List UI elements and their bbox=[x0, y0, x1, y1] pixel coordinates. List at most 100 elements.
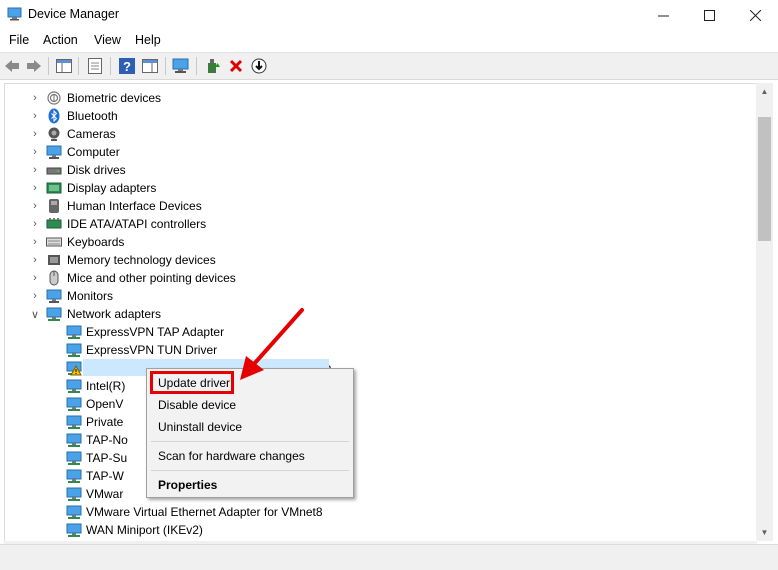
tree-category-memory-technology-devices[interactable]: › Memory technology devices bbox=[5, 251, 745, 269]
chevron-right-icon[interactable]: › bbox=[30, 269, 40, 287]
toolbar-separator bbox=[165, 57, 166, 75]
chevron-right-icon[interactable]: › bbox=[30, 161, 40, 179]
chevron-right-icon[interactable]: › bbox=[30, 233, 40, 251]
menu-help[interactable]: Help bbox=[135, 33, 161, 47]
chevron-right-icon[interactable]: › bbox=[30, 197, 40, 215]
tree-category-cameras[interactable]: › Cameras bbox=[5, 125, 745, 143]
network-adapter-label: Intel(R) bbox=[86, 379, 126, 393]
chevron-right-icon[interactable]: › bbox=[30, 107, 40, 125]
maximize-icon bbox=[703, 9, 715, 21]
network-adapter-label: VMwar bbox=[86, 487, 124, 501]
properties-button[interactable] bbox=[86, 57, 104, 75]
toolbar-separator bbox=[48, 57, 49, 75]
chevron-right-icon[interactable]: › bbox=[30, 215, 40, 233]
context-uninstall-device[interactable]: Uninstall device bbox=[158, 420, 242, 434]
tree-category-label: Display adapters bbox=[67, 181, 157, 195]
bluetooth-icon bbox=[48, 108, 60, 124]
download-circle-icon bbox=[251, 58, 267, 74]
toolbar-separator bbox=[110, 57, 111, 75]
network-adapter-row[interactable]: Private bbox=[5, 413, 745, 431]
network-adapter-row[interactable]: OpenV bbox=[5, 395, 745, 413]
forward-button[interactable] bbox=[25, 57, 43, 75]
chevron-right-icon[interactable]: › bbox=[30, 287, 40, 305]
network-adapter-icon bbox=[66, 523, 82, 537]
tree-category-bluetooth[interactable]: › Bluetooth bbox=[5, 107, 745, 125]
chevron-right-icon[interactable]: › bbox=[30, 125, 40, 143]
network-adapter-warning-icon bbox=[66, 361, 82, 376]
tree-category-disk-drives[interactable]: › Disk drives bbox=[5, 161, 745, 179]
scroll-up-button[interactable]: ▲ bbox=[756, 83, 773, 100]
network-adapter-row[interactable]: ExpressVPN TAP Adapter bbox=[5, 323, 745, 341]
network-adapter-label: WAN Miniport (IKEv2) bbox=[86, 523, 203, 537]
monitor-scan-icon bbox=[172, 58, 189, 73]
network-adapter-row[interactable]: Intel(R) bbox=[5, 377, 745, 395]
tree-category-computer[interactable]: › Computer bbox=[5, 143, 745, 161]
network-adapter-label: VMware Virtual Ethernet Adapter for VMne… bbox=[86, 505, 323, 519]
properties-sheet-icon bbox=[88, 58, 102, 74]
title-bar: Device Manager bbox=[0, 0, 778, 30]
tree-category-network-adapters[interactable]: ∨ Network adapters bbox=[5, 305, 745, 323]
context-disable-device[interactable]: Disable device bbox=[158, 398, 236, 412]
enable-device-toolbar-button[interactable] bbox=[250, 57, 268, 75]
chevron-right-icon[interactable]: › bbox=[30, 143, 40, 161]
network-adapter-label: TAP-W bbox=[86, 469, 124, 483]
chevron-down-icon[interactable]: ∨ bbox=[30, 305, 40, 323]
chevron-right-icon[interactable]: › bbox=[30, 251, 40, 269]
tree-category-biometric-devices[interactable]: › Biometric devices bbox=[5, 89, 745, 107]
close-button[interactable] bbox=[732, 0, 778, 30]
back-button[interactable] bbox=[3, 57, 21, 75]
network-adapter-row[interactable]: TAP-W bbox=[5, 467, 745, 485]
fingerprint-icon bbox=[47, 91, 61, 105]
help-button[interactable]: ? bbox=[118, 57, 136, 75]
network-adapter-label: OpenV bbox=[86, 397, 124, 411]
menu-action[interactable]: Action bbox=[43, 33, 78, 47]
chevron-right-icon[interactable]: › bbox=[30, 179, 40, 197]
network-adapter-icon bbox=[66, 343, 82, 357]
console-tree-icon bbox=[56, 59, 72, 73]
svg-text:?: ? bbox=[123, 59, 131, 74]
context-properties[interactable]: Properties bbox=[158, 478, 217, 492]
uninstall-device-toolbar-button[interactable] bbox=[227, 57, 245, 75]
network-adapter-label: ExpressVPN TAP Adapter bbox=[86, 325, 225, 339]
scroll-thumb[interactable] bbox=[758, 117, 771, 241]
tree-category-display-adapters[interactable]: › Display adapters bbox=[5, 179, 745, 197]
network-adapter-row[interactable]: TAP-No bbox=[5, 431, 745, 449]
action-pane-button[interactable] bbox=[141, 57, 159, 75]
device-tree[interactable]: › Biometric devices › Bluetooth › Cameras › Com… bbox=[4, 83, 757, 543]
network-adapter-row[interactable]: TAP-Su bbox=[5, 449, 745, 467]
menu-file[interactable]: File bbox=[9, 33, 29, 47]
chevron-right-icon[interactable]: › bbox=[30, 89, 40, 107]
maximize-button[interactable] bbox=[686, 0, 732, 30]
tree-category-monitors[interactable]: › Monitors bbox=[5, 287, 745, 305]
network-adapter-label: Private bbox=[86, 415, 124, 429]
menu-view[interactable]: View bbox=[94, 33, 121, 47]
update-driver-toolbar-button[interactable] bbox=[204, 57, 222, 75]
tree-category-label: Monitors bbox=[67, 289, 114, 303]
scan-hardware-button[interactable] bbox=[172, 57, 190, 75]
vertical-scrollbar[interactable]: ▲ ▼ bbox=[756, 83, 773, 541]
tree-category-label: Computer bbox=[67, 145, 120, 159]
status-bar bbox=[0, 544, 778, 570]
tree-category-label: Network adapters bbox=[67, 307, 162, 321]
window-title: Device Manager bbox=[28, 7, 120, 21]
monitor-icon bbox=[46, 289, 62, 303]
network-adapter-icon bbox=[66, 505, 82, 519]
network-adapter-row[interactable]: WAN Miniport (IKEv2) bbox=[5, 521, 745, 539]
network-adapter-row[interactable]: VMwar bbox=[5, 485, 745, 503]
network-adapter-row[interactable]: VMware Virtual Ethernet Adapter for VMne… bbox=[5, 503, 745, 521]
tree-category-keyboards[interactable]: › Keyboards bbox=[5, 233, 745, 251]
tree-category-label: Keyboards bbox=[67, 235, 125, 249]
network-adapter-icon bbox=[66, 433, 82, 447]
update-driver-icon bbox=[208, 59, 220, 73]
tree-category-mice-and-other-pointing-devices[interactable]: › Mice and other pointing devices bbox=[5, 269, 745, 287]
network-adapter-row[interactable]: ExpressVPN TUN Driver bbox=[5, 341, 745, 359]
close-icon bbox=[749, 9, 761, 21]
scroll-down-button[interactable]: ▼ bbox=[756, 524, 773, 541]
network-adapter-icon bbox=[46, 307, 62, 321]
show-hide-console-tree-button[interactable] bbox=[55, 57, 73, 75]
red-x-icon bbox=[229, 59, 243, 73]
tree-category-ide-ata-atapi-controllers[interactable]: › IDE ATA/ATAPI controllers bbox=[5, 215, 745, 233]
tree-category-human-interface-devices[interactable]: › Human Interface Devices bbox=[5, 197, 745, 215]
minimize-button[interactable] bbox=[640, 0, 686, 30]
context-scan-hardware[interactable]: Scan for hardware changes bbox=[158, 449, 305, 463]
